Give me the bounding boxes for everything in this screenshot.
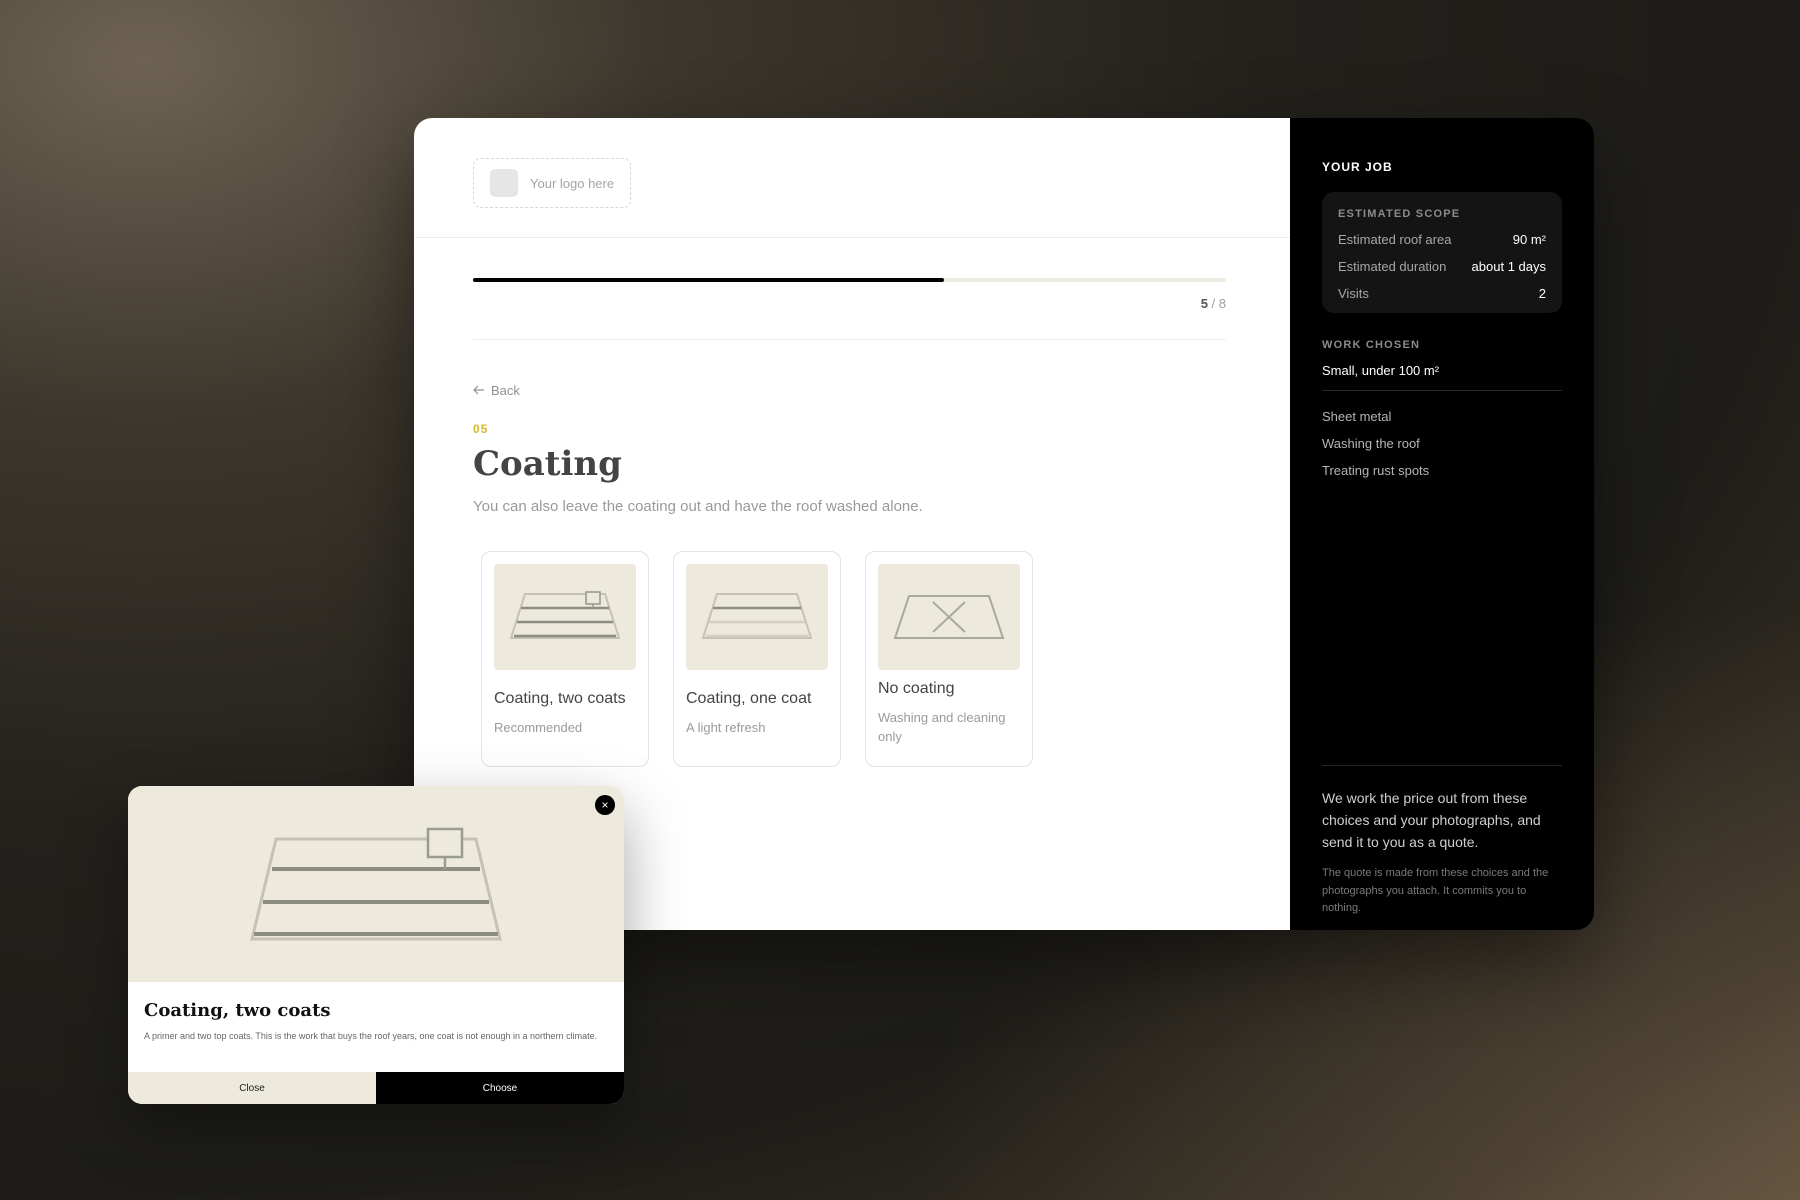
option-title: Coating, two coats: [494, 689, 626, 707]
work-heading: WORK CHOSEN: [1322, 339, 1421, 351]
progress-current: 5: [1200, 296, 1208, 311]
close-button[interactable]: Close: [128, 1072, 376, 1104]
step-content: Back 05 Coating You can also leave the c…: [414, 340, 1290, 767]
sidebar-footer: We work the price out from these choices…: [1322, 765, 1562, 918]
scope-row-area: Estimated roof area 90 m²: [1338, 226, 1546, 253]
logo-bar: Your logo here: [414, 118, 1290, 238]
roof-one-coat-icon: [701, 593, 813, 639]
scope-heading: ESTIMATED SCOPE: [1338, 208, 1461, 220]
scope-value: 2: [1538, 286, 1546, 301]
logo-placeholder-text: Your logo here: [530, 175, 615, 191]
scope-row-duration: Estimated duration about 1 days: [1338, 253, 1546, 280]
work-item: Washing the roof: [1322, 436, 1420, 451]
sidebar-heading: YOUR JOB: [1322, 160, 1393, 174]
modal-title: Coating, two coats: [144, 1000, 331, 1021]
option-two-coats[interactable]: Coating, two coats Recommended: [481, 551, 649, 767]
option-title: No coating: [878, 680, 955, 698]
scope-value: 90 m²: [1512, 232, 1546, 247]
choose-button[interactable]: Choose: [376, 1072, 624, 1104]
step-number: 05: [473, 422, 489, 436]
modal-actions: Close Choose: [128, 1072, 624, 1104]
close-icon[interactable]: ×: [595, 795, 615, 815]
modal-body: Coating, two coats A primer and two top …: [128, 982, 624, 1072]
back-label: Back: [491, 382, 520, 398]
page-title: Coating: [473, 444, 622, 484]
work-main-choice: Small, under 100 m²: [1322, 363, 1562, 391]
option-no-coating[interactable]: No coating Washing and cleaning only: [865, 551, 1033, 767]
option-one-coat[interactable]: Coating, one coat A light refresh: [673, 551, 841, 767]
progress-bar: [473, 278, 1226, 282]
roof-no-coating-icon: [893, 595, 1005, 639]
scope-row-visits: Visits 2: [1338, 280, 1546, 307]
coating-options: Coating, two coats Recommended Coating, …: [481, 551, 1290, 767]
scope-card: ESTIMATED SCOPE Estimated roof area 90 m…: [1322, 192, 1562, 313]
option-title: Coating, one coat: [686, 689, 812, 707]
progress-section: 5 / 8: [473, 278, 1226, 340]
sidebar-footer-note: The quote is made from these choices and…: [1322, 867, 1549, 915]
option-thumbnail: [494, 564, 636, 670]
option-detail-modal: × Coating, two coats A primer and two to…: [128, 786, 624, 1104]
progress-fill: [473, 278, 944, 282]
back-button[interactable]: Back: [473, 383, 520, 398]
option-subtitle: Washing and cleaning only: [878, 710, 1006, 744]
job-sidebar: YOUR JOB ESTIMATED SCOPE Estimated roof …: [1290, 118, 1594, 930]
modal-description: A primer and two top coats. This is the …: [144, 1031, 598, 1041]
option-thumbnail: [878, 564, 1020, 670]
modal-illustration: ×: [128, 786, 624, 982]
work-item: Treating rust spots: [1322, 463, 1430, 478]
scope-label: Visits: [1338, 286, 1369, 301]
option-thumbnail: [686, 564, 828, 670]
progress-total: / 8: [1207, 296, 1226, 311]
scope-value: about 1 days: [1471, 259, 1546, 274]
work-item: Sheet metal: [1322, 409, 1392, 424]
page-subtitle: You can also leave the coating out and h…: [473, 498, 923, 515]
option-subtitle: A light refresh: [686, 719, 766, 735]
progress-count: 5 / 8: [473, 296, 1226, 311]
logo-placeholder[interactable]: Your logo here: [473, 158, 632, 208]
roof-two-coats-icon: [250, 827, 502, 941]
scope-label: Estimated duration: [1338, 259, 1447, 274]
sidebar-footer-lead: We work the price out from these choices…: [1322, 790, 1541, 850]
logo-image-icon: [490, 169, 518, 197]
arrow-left-icon: [473, 385, 484, 395]
work-list: Sheet metal Washing the roof Treating ru…: [1322, 403, 1562, 484]
option-subtitle: Recommended: [494, 719, 583, 735]
roof-two-coats-icon: [509, 591, 621, 639]
scope-label: Estimated roof area: [1338, 232, 1452, 247]
